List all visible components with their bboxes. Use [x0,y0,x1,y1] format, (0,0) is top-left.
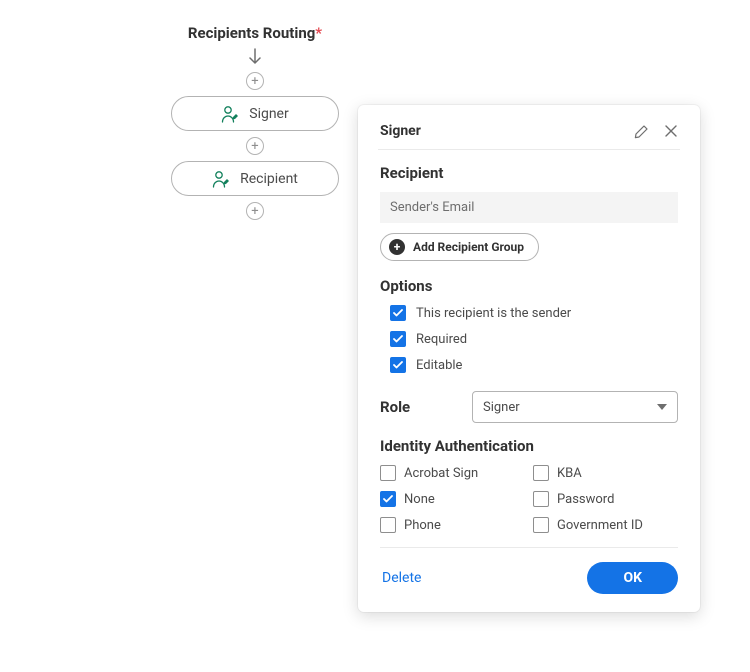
option-label: This recipient is the sender [416,306,571,321]
role-label: Role [380,398,460,416]
add-recipient-group-button[interactable]: + Add Recipient Group [380,233,539,261]
auth-checkbox-phone[interactable] [380,517,396,533]
auth-checkbox-none[interactable] [380,491,396,507]
auth-item: Phone [380,517,525,533]
options-list: This recipient is the sender Required Ed… [380,305,678,373]
add-node-button[interactable]: + [246,137,264,155]
flow-node-label: Signer [249,106,288,122]
ok-button[interactable]: OK [587,562,678,594]
auth-item: KBA [533,465,678,481]
auth-label: Government ID [557,518,643,533]
close-icon[interactable] [664,124,678,138]
auth-checkbox-government-id[interactable] [533,517,549,533]
option-checkbox-editable[interactable] [390,357,406,373]
panel-header-actions [634,123,678,139]
flow-title-text: Recipients Routing [188,24,315,42]
recipient-section-title: Recipient [380,164,678,182]
auth-item: Government ID [533,517,678,533]
recipient-email-input[interactable] [380,192,678,223]
divider [378,149,680,150]
auth-label: Phone [404,518,441,533]
option-checkbox-required[interactable] [390,331,406,347]
auth-checkbox-password[interactable] [533,491,549,507]
panel-title: Signer [380,123,421,139]
flow-title: Recipients Routing* [188,24,322,42]
edit-icon[interactable] [634,123,650,139]
add-recipient-group-label: Add Recipient Group [413,240,524,254]
plus-icon: + [389,239,405,255]
signer-icon [212,170,232,188]
option-row: This recipient is the sender [380,305,678,321]
role-row: Role Signer [380,391,678,423]
options-section-title: Options [380,277,678,295]
auth-grid: Acrobat Sign KBA None Password Phone Gov… [380,465,678,533]
flow-node-signer[interactable]: Signer [171,96,339,131]
flow-node-recipient[interactable]: Recipient [171,161,339,196]
panel-header: Signer [380,123,678,149]
signer-icon [221,105,241,123]
panel-footer: Delete OK [380,547,678,594]
auth-label: None [404,492,435,507]
option-label: Required [416,332,467,347]
auth-section-title: Identity Authentication [380,437,678,455]
edit-panel: Signer Recipient + Add Recipient Group O… [358,105,700,612]
arrow-down-icon [248,48,262,66]
auth-label: Acrobat Sign [404,466,478,481]
option-row: Required [380,331,678,347]
delete-button[interactable]: Delete [380,566,423,590]
auth-item: None [380,491,525,507]
auth-item: Password [533,491,678,507]
option-checkbox-sender[interactable] [390,305,406,321]
auth-label: KBA [557,466,582,481]
add-node-button[interactable]: + [246,72,264,90]
role-select[interactable]: Signer [472,391,678,423]
auth-item: Acrobat Sign [380,465,525,481]
auth-checkbox-acrobat-sign[interactable] [380,465,396,481]
add-node-button[interactable]: + [246,202,264,220]
option-row: Editable [380,357,678,373]
flow-node-label: Recipient [240,171,298,187]
required-asterisk: * [315,24,322,42]
auth-label: Password [557,492,614,507]
option-label: Editable [416,358,462,373]
auth-checkbox-kba[interactable] [533,465,549,481]
